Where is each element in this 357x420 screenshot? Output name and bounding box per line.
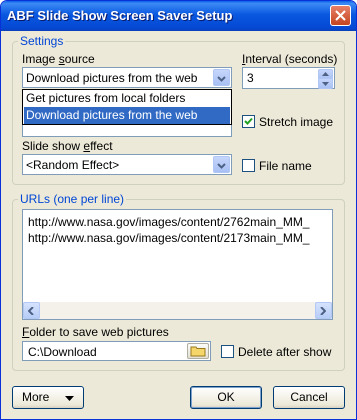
ok-button[interactable]: OK — [190, 386, 262, 409]
urls-textarea[interactable]: http://www.nasa.gov/images/content/2762m… — [22, 209, 333, 320]
delete-after-show-label: Delete after show — [238, 345, 332, 359]
file-name-checkbox[interactable] — [242, 159, 255, 172]
folder-label: Folder to save web pictures — [22, 325, 169, 339]
image-source-combo[interactable]: Download pictures from the web — [22, 67, 232, 88]
scroll-right-button[interactable] — [315, 302, 332, 319]
interval-label: Interval (seconds) — [242, 52, 338, 66]
interval-spin-buttons — [318, 69, 333, 89]
arrow-left-icon — [28, 307, 34, 315]
arrow-up-icon — [322, 72, 329, 76]
more-button-label: More — [22, 390, 50, 404]
stretch-image-label: Stretch image — [259, 115, 334, 129]
dropdown-option-selected[interactable]: Download pictures from the web — [24, 107, 230, 124]
url-line: http://www.nasa.gov/images/content/2173m… — [28, 231, 310, 245]
spin-down-button[interactable] — [318, 78, 333, 89]
slideshow-effect-dropdown-button[interactable] — [213, 156, 230, 173]
slideshow-effect-value: <Random Effect> — [26, 158, 120, 172]
image-source-value: Download pictures from the web — [26, 71, 198, 85]
window-title: ABF Slide Show Screen Saver Setup — [7, 8, 233, 23]
checkmark-icon — [244, 117, 253, 125]
more-button[interactable]: More — [12, 386, 84, 409]
browse-folder-button[interactable] — [187, 343, 209, 359]
title-bar[interactable]: ABF Slide Show Screen Saver Setup — [1, 1, 356, 31]
image-source-dropdown-list: Get pictures from local folders Download… — [22, 89, 232, 125]
delete-after-show-checkbox[interactable] — [221, 345, 234, 358]
folder-icon — [190, 346, 206, 357]
slideshow-effect-label: Slide show effect — [22, 139, 113, 153]
chevron-down-icon — [217, 76, 226, 82]
cancel-button[interactable]: Cancel — [273, 386, 345, 409]
horizontal-scrollbar[interactable] — [23, 302, 332, 319]
url-line: http://www.nasa.gov/images/content/2762m… — [28, 215, 310, 229]
stretch-image-checkbox[interactable] — [242, 115, 255, 128]
interval-spinner[interactable]: 3 — [242, 67, 335, 89]
arrow-down-icon — [322, 82, 329, 86]
arrow-right-icon — [320, 307, 326, 315]
close-button[interactable] — [330, 5, 351, 26]
settings-group-title: Settings — [18, 34, 66, 48]
setup-dialog: ABF Slide Show Screen Saver Setup Settin… — [0, 0, 357, 420]
folder-path-value: C:\Download — [28, 345, 97, 359]
image-source-label: Image source — [22, 52, 95, 66]
file-name-label: File name — [259, 159, 312, 173]
folder-path-input[interactable]: C:\Download — [22, 341, 211, 361]
close-icon — [335, 10, 346, 21]
slideshow-effect-combo[interactable]: <Random Effect> — [22, 154, 232, 175]
image-source-dropdown-button[interactable] — [213, 69, 230, 86]
interval-value: 3 — [247, 71, 254, 85]
chevron-down-icon — [217, 163, 226, 169]
urls-group-title: URLs (one per line) — [18, 192, 127, 206]
dropdown-option[interactable]: Get pictures from local folders — [24, 90, 230, 107]
scroll-left-button[interactable] — [23, 302, 40, 319]
chevron-down-icon — [65, 396, 74, 401]
